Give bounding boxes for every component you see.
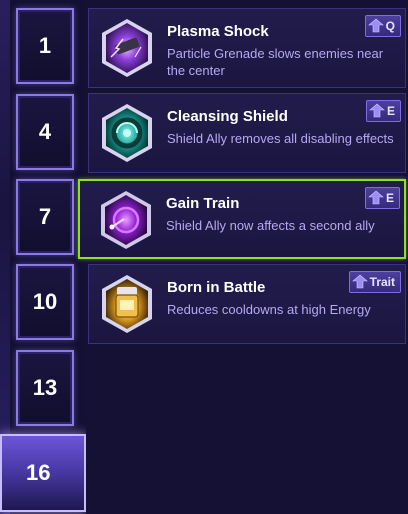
level-tier-13[interactable]: 13 — [16, 350, 74, 426]
talent-description: Shield Ally removes all disabling effect… — [167, 131, 394, 146]
talent-name: Cleansing Shield — [167, 108, 288, 125]
talent-name: Born in Battle — [167, 279, 266, 296]
hotkey-label: Q — [385, 19, 395, 33]
ability-arrow-icon — [368, 190, 384, 205]
cleansing-shield-icon — [102, 104, 152, 162]
talent-row-plasma-shock[interactable]: Plasma Shock Particle Grenade slows enem… — [88, 8, 406, 88]
level-label: 10 — [32, 289, 58, 314]
talent-name: Gain Train — [166, 195, 240, 212]
talent-list: Plasma Shock Particle Grenade slows enem… — [78, 0, 408, 514]
hotkey-badge: E — [365, 100, 401, 122]
ability-arrow-icon — [351, 274, 368, 289]
talent-row-gain-train-selected[interactable]: Gain Train Shield Ally now affects a sec… — [78, 179, 406, 259]
level-label: 4 — [38, 119, 52, 144]
level-tier-16-active[interactable]: 16 — [0, 434, 86, 512]
level-label: 7 — [38, 204, 52, 229]
level-tier-10[interactable]: 10 — [16, 264, 74, 340]
ability-arrow-icon — [369, 103, 385, 118]
ability-arrow-icon — [367, 18, 384, 33]
talent-description: Reduces cooldowns at high Energy — [167, 302, 371, 317]
level-label: 16 — [26, 460, 51, 485]
talent-description: Shield Ally now affects a second ally — [166, 218, 375, 233]
hotkey-label: E — [385, 191, 394, 205]
level-tier-4[interactable]: 4 — [16, 94, 74, 170]
talent-description: Particle Grenade slows enemies near the … — [167, 46, 384, 78]
hotkey-badge: E — [364, 187, 400, 209]
plasma-shock-icon — [102, 19, 152, 77]
level-tier-1[interactable]: 1 — [16, 8, 74, 84]
born-in-battle-icon — [102, 275, 152, 333]
level-tier-7[interactable]: 7 — [16, 179, 74, 255]
hotkey-badge: Q — [364, 15, 401, 37]
talent-name: Plasma Shock — [167, 23, 269, 40]
gain-train-icon — [101, 191, 151, 249]
hotkey-label: Trait — [369, 275, 395, 289]
talent-row-born-in-battle[interactable]: Born in Battle Reduces cooldowns at high… — [88, 264, 406, 344]
hotkey-badge: Trait — [348, 271, 401, 293]
level-label: 13 — [32, 375, 58, 400]
talent-row-cleansing-shield[interactable]: Cleansing Shield Shield Ally removes all… — [88, 93, 406, 173]
level-label: 1 — [38, 33, 52, 58]
hotkey-label: E — [386, 104, 395, 118]
